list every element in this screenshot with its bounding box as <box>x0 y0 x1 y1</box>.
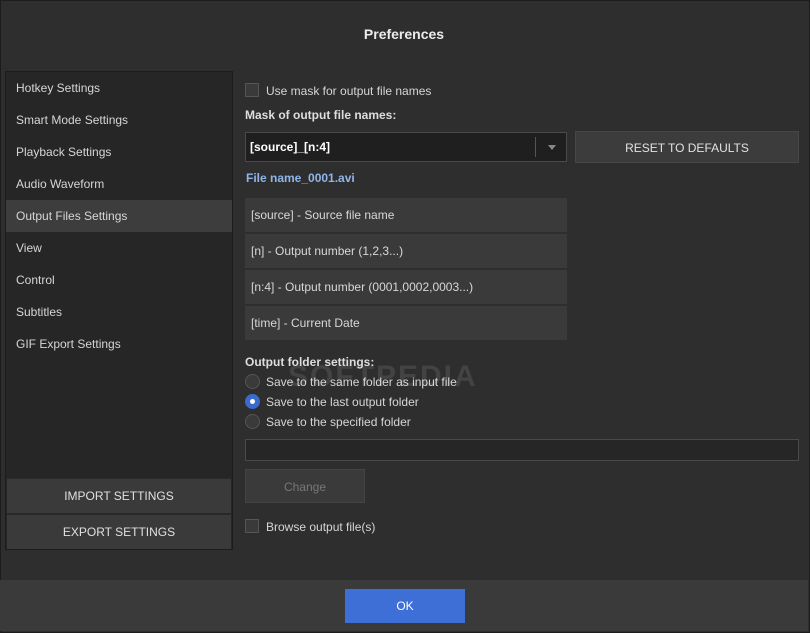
ok-button[interactable]: OK <box>345 589 465 623</box>
filename-preview: File name_0001.avi <box>246 171 355 185</box>
radio-specified-folder[interactable] <box>245 414 260 429</box>
sidebar-item-smart-mode[interactable]: Smart Mode Settings <box>6 104 232 136</box>
mask-dropdown[interactable]: [source]_[n:4] <box>245 132 567 162</box>
chevron-down-icon[interactable] <box>548 145 556 150</box>
mask-dropdown-value: [source]_[n:4] <box>250 140 331 154</box>
folder-heading: Output folder settings: <box>245 355 375 369</box>
change-folder-button[interactable]: Change <box>245 469 365 503</box>
sidebar-item-gif-export[interactable]: GIF Export Settings <box>6 328 232 360</box>
sidebar-item-audio-waveform[interactable]: Audio Waveform <box>6 168 232 200</box>
sidebar-item-control[interactable]: Control <box>6 264 232 296</box>
dropdown-separator <box>535 137 536 157</box>
export-settings-button[interactable]: EXPORT SETTINGS <box>7 514 231 549</box>
mask-heading: Mask of output file names: <box>245 108 397 122</box>
sidebar-item-playback[interactable]: Playback Settings <box>6 136 232 168</box>
browse-output-checkbox[interactable] <box>245 519 259 533</box>
mask-tag-source-button[interactable]: [source] - Source file name <box>245 198 567 232</box>
radio-same-folder-label[interactable]: Save to the same folder as input file <box>266 375 457 389</box>
use-mask-label[interactable]: Use mask for output file names <box>266 84 431 98</box>
sidebar-item-output-files[interactable]: Output Files Settings <box>6 200 232 232</box>
use-mask-checkbox[interactable] <box>245 83 259 97</box>
sidebar-item-hotkey[interactable]: Hotkey Settings <box>6 72 232 104</box>
sidebar-item-view[interactable]: View <box>6 232 232 264</box>
settings-sidebar: Hotkey Settings Smart Mode Settings Play… <box>5 71 233 550</box>
radio-last-output-folder-label[interactable]: Save to the last output folder <box>266 395 419 409</box>
radio-last-output-folder[interactable] <box>245 394 260 409</box>
import-settings-button[interactable]: IMPORT SETTINGS <box>7 478 231 513</box>
window-title: Preferences <box>363 26 445 42</box>
mask-tag-time-button[interactable]: [time] - Current Date <box>245 306 567 340</box>
mask-tag-n-button[interactable]: [n] - Output number (1,2,3...) <box>245 234 567 268</box>
reset-to-defaults-button[interactable]: RESET TO DEFAULTS <box>575 131 799 163</box>
radio-same-folder[interactable] <box>245 374 260 389</box>
sidebar-item-subtitles[interactable]: Subtitles <box>6 296 232 328</box>
browse-output-label[interactable]: Browse output file(s) <box>266 520 375 534</box>
folder-path-field[interactable] <box>245 439 799 461</box>
mask-tag-n4-button[interactable]: [n:4] - Output number (0001,0002,0003...… <box>245 270 567 304</box>
radio-specified-folder-label[interactable]: Save to the specified folder <box>266 415 411 429</box>
